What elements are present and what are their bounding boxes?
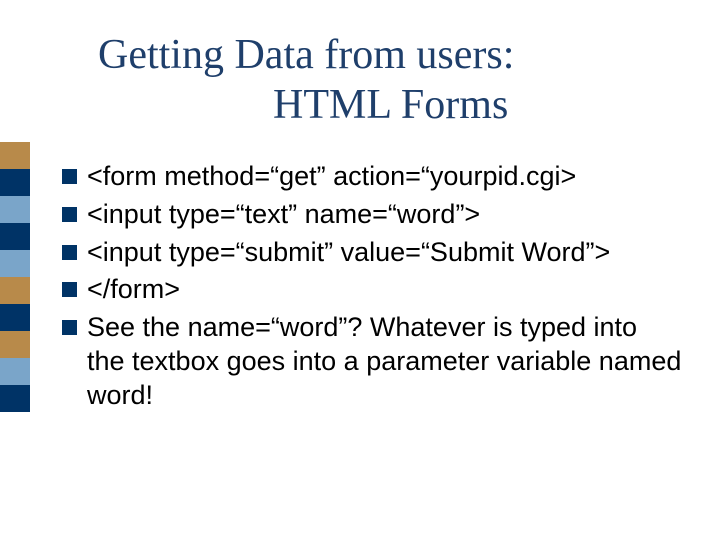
sidebar-block [0,223,30,250]
list-item: See the name=“word”? Whatever is typed i… [62,311,682,412]
bullet-list: <form method=“get” action=“yourpid.cgi> … [62,160,682,416]
bullet-text: <input type=“text” name=“word”> [87,198,480,232]
bullet-text: <input type=“submit” value=“Submit Word”… [87,236,610,270]
sidebar-block [0,277,30,304]
sidebar-block [0,142,30,169]
sidebar-block [0,250,30,277]
list-item: </form> [62,273,682,307]
sidebar-block [0,331,30,358]
bullet-text: <form method=“get” action=“yourpid.cgi> [87,160,576,194]
sidebar-block [0,304,30,331]
bullet-square-icon [62,207,77,222]
bullet-square-icon [62,245,77,260]
sidebar-block [0,385,30,412]
sidebar-block [0,358,30,385]
title-line1: Getting Data from users: [98,32,514,78]
title-line2: HTML Forms [98,80,668,130]
sidebar-block [0,196,30,223]
bullet-text: See the name=“word”? Whatever is typed i… [87,311,682,412]
slide-title: Getting Data from users: HTML Forms [98,30,668,131]
list-item: <input type=“submit” value=“Submit Word”… [62,236,682,270]
list-item: <input type=“text” name=“word”> [62,198,682,232]
bullet-square-icon [62,282,77,297]
bullet-square-icon [62,169,77,184]
list-item: <form method=“get” action=“yourpid.cgi> [62,160,682,194]
sidebar-block [0,169,30,196]
sidebar-decoration [0,142,30,412]
bullet-square-icon [62,320,77,335]
bullet-text: </form> [87,273,180,307]
